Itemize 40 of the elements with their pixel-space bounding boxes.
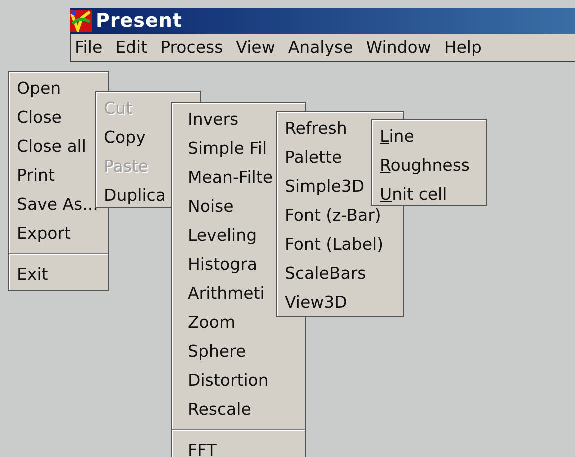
menu-item[interactable]: Arithmeti xyxy=(188,279,265,308)
menu-item[interactable]: Noise xyxy=(188,192,234,221)
menu-item[interactable]: Open xyxy=(17,74,62,103)
menu-item[interactable]: Simple Fil xyxy=(188,134,268,163)
menu-bar-item[interactable]: Analyse xyxy=(286,36,364,60)
menu-item[interactable]: Simple3D xyxy=(285,172,365,201)
menu-item[interactable]: Mean-Filte xyxy=(188,163,273,192)
menu-item[interactable]: Copy xyxy=(104,123,146,152)
menu-item[interactable]: Leveling xyxy=(188,221,258,250)
menu-item[interactable]: Duplica xyxy=(104,181,166,210)
menu-item[interactable]: Font (z-Bar) xyxy=(285,201,382,230)
menu-item[interactable]: Close all xyxy=(17,132,86,161)
menu-item[interactable]: Histogra xyxy=(188,250,258,279)
menu-item[interactable]: Palette xyxy=(285,143,342,172)
menu-item[interactable]: Sphere xyxy=(188,337,246,366)
menu-item[interactable]: View3D xyxy=(285,288,348,317)
menu-bar-item[interactable]: File xyxy=(73,36,114,60)
menu-item[interactable]: Export xyxy=(17,219,72,248)
menu-bar-item[interactable]: Edit xyxy=(114,36,159,60)
menu-item[interactable]: Distortion xyxy=(188,366,269,395)
menu-item[interactable]: Exit xyxy=(17,260,48,289)
menu-bar-item[interactable]: Process xyxy=(158,36,234,60)
menu-item[interactable]: FFT xyxy=(188,436,217,457)
menu-item[interactable]: Save As... xyxy=(17,190,98,219)
app-logo-icon xyxy=(70,10,92,32)
menu-item[interactable]: Zoom xyxy=(188,308,236,337)
menu-item[interactable]: Line xyxy=(380,122,414,151)
menu-item[interactable]: Print xyxy=(17,161,55,190)
menu-item[interactable]: Refresh xyxy=(285,114,348,143)
menu-bar-item[interactable]: Help xyxy=(442,36,493,60)
menu-bar-item[interactable]: Window xyxy=(364,36,442,60)
menu-item[interactable]: Close xyxy=(17,103,62,132)
menu-item[interactable]: Font (Label) xyxy=(285,230,384,259)
menu-item[interactable]: Rescale xyxy=(188,395,252,424)
menu-item[interactable]: Unit cell xyxy=(380,180,448,209)
menu-item[interactable]: Invers xyxy=(188,105,239,134)
menu-bar-item[interactable]: View xyxy=(234,36,286,60)
menu-item[interactable]: Roughness xyxy=(380,151,470,180)
window-title: Present xyxy=(96,10,182,32)
menu-item[interactable]: ScaleBars xyxy=(285,259,366,288)
